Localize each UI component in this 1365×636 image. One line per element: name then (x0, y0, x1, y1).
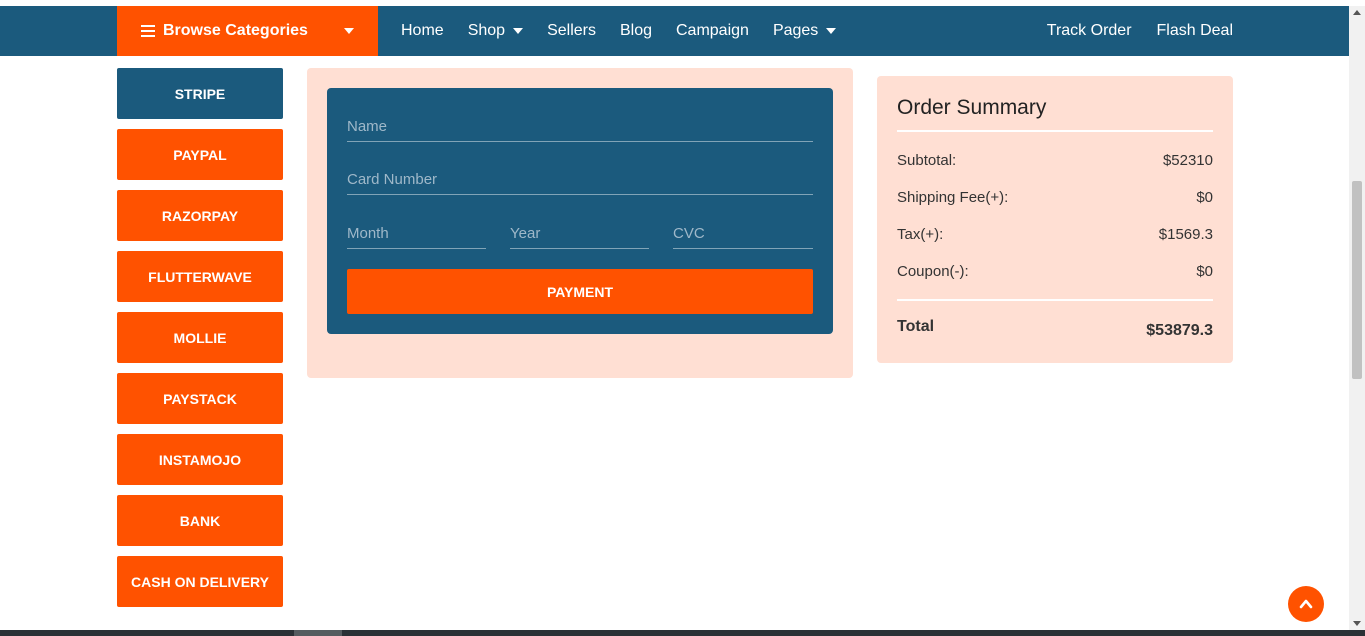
summary-row-subtotal: Subtotal: $52310 (897, 152, 1213, 169)
scroll-down-arrow-icon[interactable] (1353, 621, 1361, 626)
payment-method-stripe[interactable]: STRIPE (117, 68, 283, 119)
summary-value: $0 (1196, 263, 1213, 280)
nav-link-label: Pages (772, 22, 819, 39)
summary-row-tax: Tax(+): $1569.3 (897, 226, 1213, 243)
summary-row-coupon: Coupon(-): $0 (897, 263, 1213, 280)
year-placeholder: Year (510, 225, 541, 242)
total-value: $53879.3 (1146, 322, 1213, 339)
browse-categories-button[interactable]: Browse Categories (117, 6, 378, 56)
nav-link-pages[interactable]: Pages (772, 22, 837, 40)
summary-value: $0 (1196, 189, 1213, 206)
month-input[interactable]: Month (347, 223, 486, 249)
scroll-up-arrow-icon[interactable] (1353, 10, 1361, 15)
payment-method-instamojo[interactable]: INSTAMOJO (117, 434, 283, 485)
payment-method-cash-on-delivery[interactable]: CASH ON DELIVERY (117, 556, 283, 607)
caret-down-icon (513, 28, 524, 34)
divider (897, 130, 1213, 132)
summary-label: Shipping Fee(+): (897, 189, 1009, 206)
card-number-placeholder: Card Number (347, 171, 438, 188)
payment-method-paystack[interactable]: PAYSTACK (117, 373, 283, 424)
caret-down-icon (344, 28, 354, 34)
scrollbar-thumb[interactable] (1352, 181, 1362, 379)
bottom-scroll-thumb (294, 630, 342, 636)
scroll-to-top-button[interactable] (1288, 586, 1324, 622)
summary-row-shipping: Shipping Fee(+): $0 (897, 189, 1213, 206)
summary-label: Subtotal: (897, 152, 957, 169)
summary-row-total: Total $53879.3 (897, 318, 1213, 340)
order-summary: Order Summary Subtotal: $52310 Shipping … (877, 76, 1233, 363)
card-form-panel: Name Card Number Month Year CVC PAYMENT (307, 68, 853, 378)
page-scrollbar[interactable] (1349, 6, 1365, 630)
nav-link-label: Blog (619, 22, 652, 39)
nav-link-track-order[interactable]: Track Order (1047, 22, 1132, 40)
bottom-bar (0, 630, 1365, 636)
summary-label: Tax(+): (897, 226, 944, 243)
name-input[interactable]: Name (347, 116, 813, 142)
nav-right-links: Track Order Flash Deal (1022, 6, 1233, 56)
order-summary-title: Order Summary (897, 96, 1047, 119)
payment-method-mollie[interactable]: MOLLIE (117, 312, 283, 363)
name-placeholder: Name (347, 118, 388, 135)
payment-method-bank[interactable]: BANK (117, 495, 283, 546)
nav-link-label: Home (401, 22, 444, 39)
summary-value: $52310 (1162, 152, 1213, 169)
nav-link-flash-deal[interactable]: Flash Deal (1157, 22, 1233, 40)
nav-link-blog[interactable]: Blog (620, 22, 652, 40)
payment-method-paypal[interactable]: PAYPAL (117, 129, 283, 180)
payment-method-flutterwave[interactable]: FLUTTERWAVE (117, 251, 283, 302)
browse-categories-label: Browse Categories (163, 22, 308, 39)
nav-link-label: Shop (467, 22, 506, 39)
summary-label: Coupon(-): (897, 263, 969, 280)
card-form: Name Card Number Month Year CVC PAYMENT (327, 88, 833, 334)
main-navbar: Browse Categories Home Shop Sellers Blog… (0, 6, 1349, 56)
nav-link-sellers[interactable]: Sellers (547, 22, 596, 40)
year-input[interactable]: Year (510, 223, 649, 249)
month-placeholder: Month (347, 225, 389, 242)
payment-method-razorpay[interactable]: RAZORPAY (117, 190, 283, 241)
summary-value: $1569.3 (1158, 226, 1213, 243)
cvc-placeholder: CVC (673, 225, 705, 242)
hamburger-icon (141, 25, 155, 37)
nav-link-campaign[interactable]: Campaign (676, 22, 749, 40)
caret-down-icon (826, 28, 837, 34)
nav-link-shop[interactable]: Shop (467, 22, 524, 40)
payment-submit-button[interactable]: PAYMENT (347, 269, 813, 314)
divider (897, 299, 1213, 301)
chevron-up-icon (1299, 599, 1313, 609)
card-number-input[interactable]: Card Number (347, 169, 813, 195)
nav-links: Home Shop Sellers Blog Campaign Pages (401, 6, 860, 56)
nav-link-label: Campaign (676, 22, 749, 39)
nav-link-home[interactable]: Home (401, 22, 444, 40)
total-label: Total (897, 318, 935, 335)
cvc-input[interactable]: CVC (673, 223, 813, 249)
nav-link-label: Sellers (547, 22, 596, 39)
